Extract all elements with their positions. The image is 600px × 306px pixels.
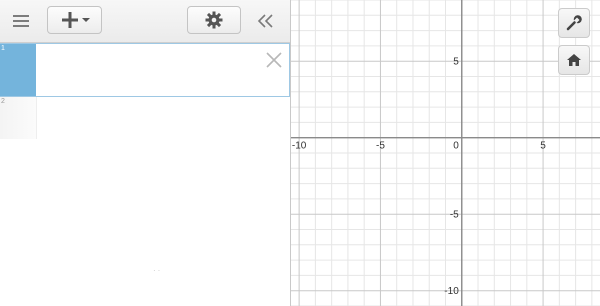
settings-button[interactable]	[187, 6, 241, 34]
home-zoom-button[interactable]	[558, 45, 590, 75]
x-tick-label: -10	[292, 141, 307, 152]
expression-number: 2	[1, 98, 5, 105]
y-tick-label: -5	[450, 210, 459, 221]
tick-labels: -10 -5 0 5 5 -5 -10	[292, 57, 546, 298]
minor-gridlines	[291, 0, 600, 306]
graphing-calculator: 1 2 ·· -10 -5 0 5 5 -5 -10	[0, 0, 600, 306]
graph-settings-button[interactable]	[558, 8, 590, 38]
expression-input[interactable]	[40, 101, 259, 147]
menu-button[interactable]	[8, 8, 34, 34]
chevron-down-icon	[81, 18, 90, 22]
y-tick-label: 5	[453, 57, 459, 68]
close-icon	[266, 52, 282, 68]
expression-row[interactable]: 2	[0, 97, 290, 147]
expression-row[interactable]: 1	[0, 43, 290, 97]
y-tick-label: -10	[444, 286, 459, 297]
panel-footer-dots: ··	[153, 266, 163, 275]
gear-icon	[205, 11, 223, 29]
hamburger-icon	[13, 15, 29, 27]
x-tick-label: -5	[376, 141, 385, 152]
expression-toolbar	[0, 0, 290, 43]
expression-input[interactable]	[40, 48, 259, 94]
delete-expression-button[interactable]	[265, 51, 283, 69]
plus-icon	[61, 12, 78, 28]
expression-tab[interactable]: 1	[0, 44, 36, 96]
home-icon	[567, 54, 581, 66]
wrench-icon	[566, 15, 582, 31]
graph-paper[interactable]: -10 -5 0 5 5 -5 -10	[291, 0, 600, 306]
expression-panel: 1 2 ··	[0, 0, 291, 306]
double-chevron-left-icon	[257, 14, 273, 28]
expression-number: 1	[1, 45, 5, 52]
expression-tab[interactable]: 2	[0, 97, 37, 139]
x-tick-label: 5	[540, 141, 546, 152]
add-expression-button[interactable]	[47, 6, 102, 34]
graph-canvas[interactable]: -10 -5 0 5 5 -5 -10	[291, 0, 600, 306]
collapse-panel-button[interactable]	[252, 8, 280, 34]
x-tick-label: 0	[453, 141, 459, 152]
